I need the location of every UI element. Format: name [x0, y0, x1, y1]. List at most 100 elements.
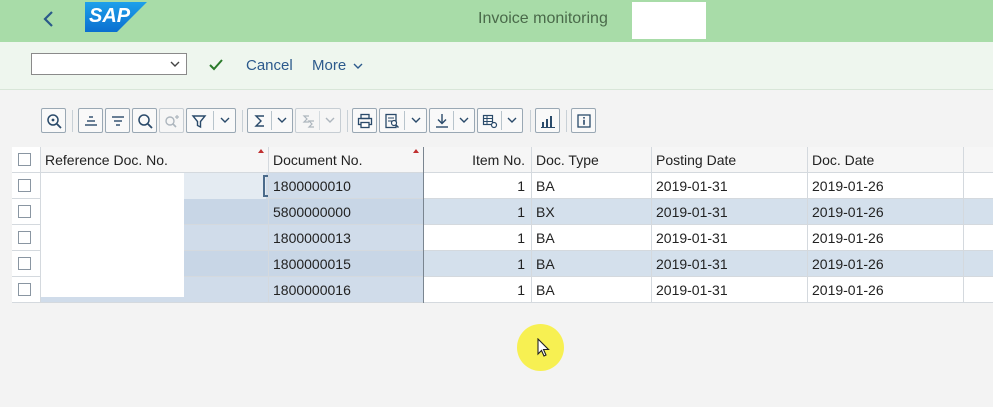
find-next-icon — [165, 115, 179, 128]
confirm-button[interactable] — [207, 56, 225, 74]
toolbar-separator — [347, 110, 348, 132]
layout-button[interactable] — [477, 108, 523, 133]
cell-document-no[interactable]: 1800000010 — [269, 173, 424, 199]
title-bar: SAP Invoice monitoring — [0, 0, 993, 42]
cell-doc-date[interactable]: 2019-01-26 — [808, 251, 964, 277]
more-button[interactable]: More — [312, 57, 364, 74]
toolbar-separator — [242, 110, 243, 132]
redacted-title-area — [632, 2, 706, 39]
sort-descending-button[interactable] — [105, 108, 130, 133]
row-checkbox[interactable] — [18, 257, 31, 270]
sort-ascending-button[interactable] — [78, 108, 103, 133]
cell-posting-date[interactable]: 2019-01-31 — [652, 173, 808, 199]
sap-logo: SAP — [85, 2, 147, 32]
cell-doc-date[interactable]: 2019-01-26 — [808, 173, 964, 199]
cell-item-no[interactable]: 1 — [424, 251, 532, 277]
row-checkbox[interactable] — [18, 205, 31, 218]
frozen-column-divider — [423, 147, 424, 303]
sum-button[interactable] — [247, 108, 293, 133]
cell-doc-type[interactable]: BX — [532, 199, 652, 225]
chart-button[interactable] — [535, 108, 560, 133]
row-select-cell[interactable] — [12, 251, 41, 277]
select-all-cell[interactable] — [12, 147, 41, 173]
row-checkbox[interactable] — [18, 283, 31, 296]
print-button[interactable] — [352, 108, 377, 133]
cell-doc-date[interactable]: 2019-01-26 — [808, 225, 964, 251]
chevron-down-icon — [353, 63, 363, 70]
cell-item-no[interactable]: 1 — [424, 277, 532, 303]
cell-posting-date[interactable]: 2019-01-31 — [652, 225, 808, 251]
cell-filler — [964, 199, 993, 225]
cell-doc-type[interactable]: BA — [532, 225, 652, 251]
row-select-cell[interactable] — [12, 173, 41, 199]
row-checkbox[interactable] — [18, 179, 31, 192]
cell-doc-date[interactable]: 2019-01-26 — [808, 277, 964, 303]
print-icon — [357, 113, 373, 129]
filter-button[interactable] — [186, 108, 236, 133]
dropdown-split — [213, 111, 214, 130]
cell-filler — [964, 173, 993, 199]
active-cell-highlight — [184, 173, 266, 199]
cell-item-no[interactable]: 1 — [424, 225, 532, 251]
sort-ascending-icon — [85, 116, 97, 126]
select-all-checkbox[interactable] — [18, 153, 31, 166]
dropdown-split — [271, 111, 272, 130]
cell-doc-type[interactable]: BA — [532, 173, 652, 199]
export-button[interactable] — [429, 108, 475, 133]
info-icon — [577, 114, 591, 128]
toolbar-separator — [530, 110, 531, 132]
cell-document-no[interactable]: 1800000016 — [269, 277, 424, 303]
chevron-down-icon — [507, 117, 517, 123]
col-header-posting-date[interactable]: Posting Date — [652, 147, 808, 173]
cell-document-no[interactable]: 1800000015 — [269, 251, 424, 277]
back-button[interactable] — [38, 8, 60, 30]
toolbar-separator — [72, 110, 73, 132]
col-header-doc-date[interactable]: Doc. Date — [808, 147, 964, 173]
chevron-down-icon — [277, 117, 287, 123]
sap-logo-text: SAP — [89, 5, 131, 27]
col-header-doc-type[interactable]: Doc. Type — [532, 147, 652, 173]
info-button[interactable] — [571, 108, 596, 133]
cell-posting-date[interactable]: 2019-01-31 — [652, 199, 808, 225]
cell-filler — [964, 225, 993, 251]
cell-doc-date[interactable]: 2019-01-26 — [808, 199, 964, 225]
row-select-cell[interactable] — [12, 199, 41, 225]
more-button-label: More — [312, 57, 347, 74]
col-header-label: Reference Doc. No. — [45, 152, 168, 168]
col-header-label: Document No. — [273, 152, 363, 168]
find-next-button[interactable] — [159, 108, 184, 133]
layout-icon — [482, 114, 498, 129]
col-header-document-no[interactable]: Document No. — [269, 147, 424, 173]
cell-item-no[interactable]: 1 — [424, 173, 532, 199]
find-icon — [138, 114, 153, 129]
print-preview-button[interactable] — [379, 108, 427, 133]
chevron-down-icon — [170, 61, 180, 67]
row-select-cell[interactable] — [12, 277, 41, 303]
command-bar: Cancel More — [0, 42, 993, 90]
cell-doc-type[interactable]: BA — [532, 251, 652, 277]
cell-posting-date[interactable]: 2019-01-31 — [652, 251, 808, 277]
col-header-reference-doc[interactable]: Reference Doc. No. — [41, 147, 269, 173]
dropdown-split — [319, 111, 320, 130]
cell-doc-type[interactable]: BA — [532, 277, 652, 303]
print-preview-icon — [385, 113, 399, 129]
cell-posting-date[interactable]: 2019-01-31 — [652, 277, 808, 303]
row-checkbox[interactable] — [18, 231, 31, 244]
chevron-left-icon — [43, 11, 53, 27]
dropdown-split — [404, 111, 405, 130]
cell-item-no[interactable]: 1 — [424, 199, 532, 225]
cell-document-no[interactable]: 1800000013 — [269, 225, 424, 251]
chevron-down-icon — [459, 117, 469, 123]
col-header-item-no[interactable]: Item No. — [424, 147, 532, 173]
cell-filler — [964, 277, 993, 303]
checkmark-icon — [209, 59, 223, 71]
row-select-cell[interactable] — [12, 225, 41, 251]
active-cell-marker — [263, 175, 268, 197]
details-button[interactable] — [41, 108, 66, 133]
cancel-button[interactable]: Cancel — [246, 57, 293, 74]
cell-document-no[interactable]: 5800000000 — [269, 199, 424, 225]
find-button[interactable] — [132, 108, 157, 133]
subtotal-button[interactable] — [295, 108, 341, 133]
sum-icon — [254, 115, 264, 127]
variant-select[interactable] — [31, 53, 187, 75]
